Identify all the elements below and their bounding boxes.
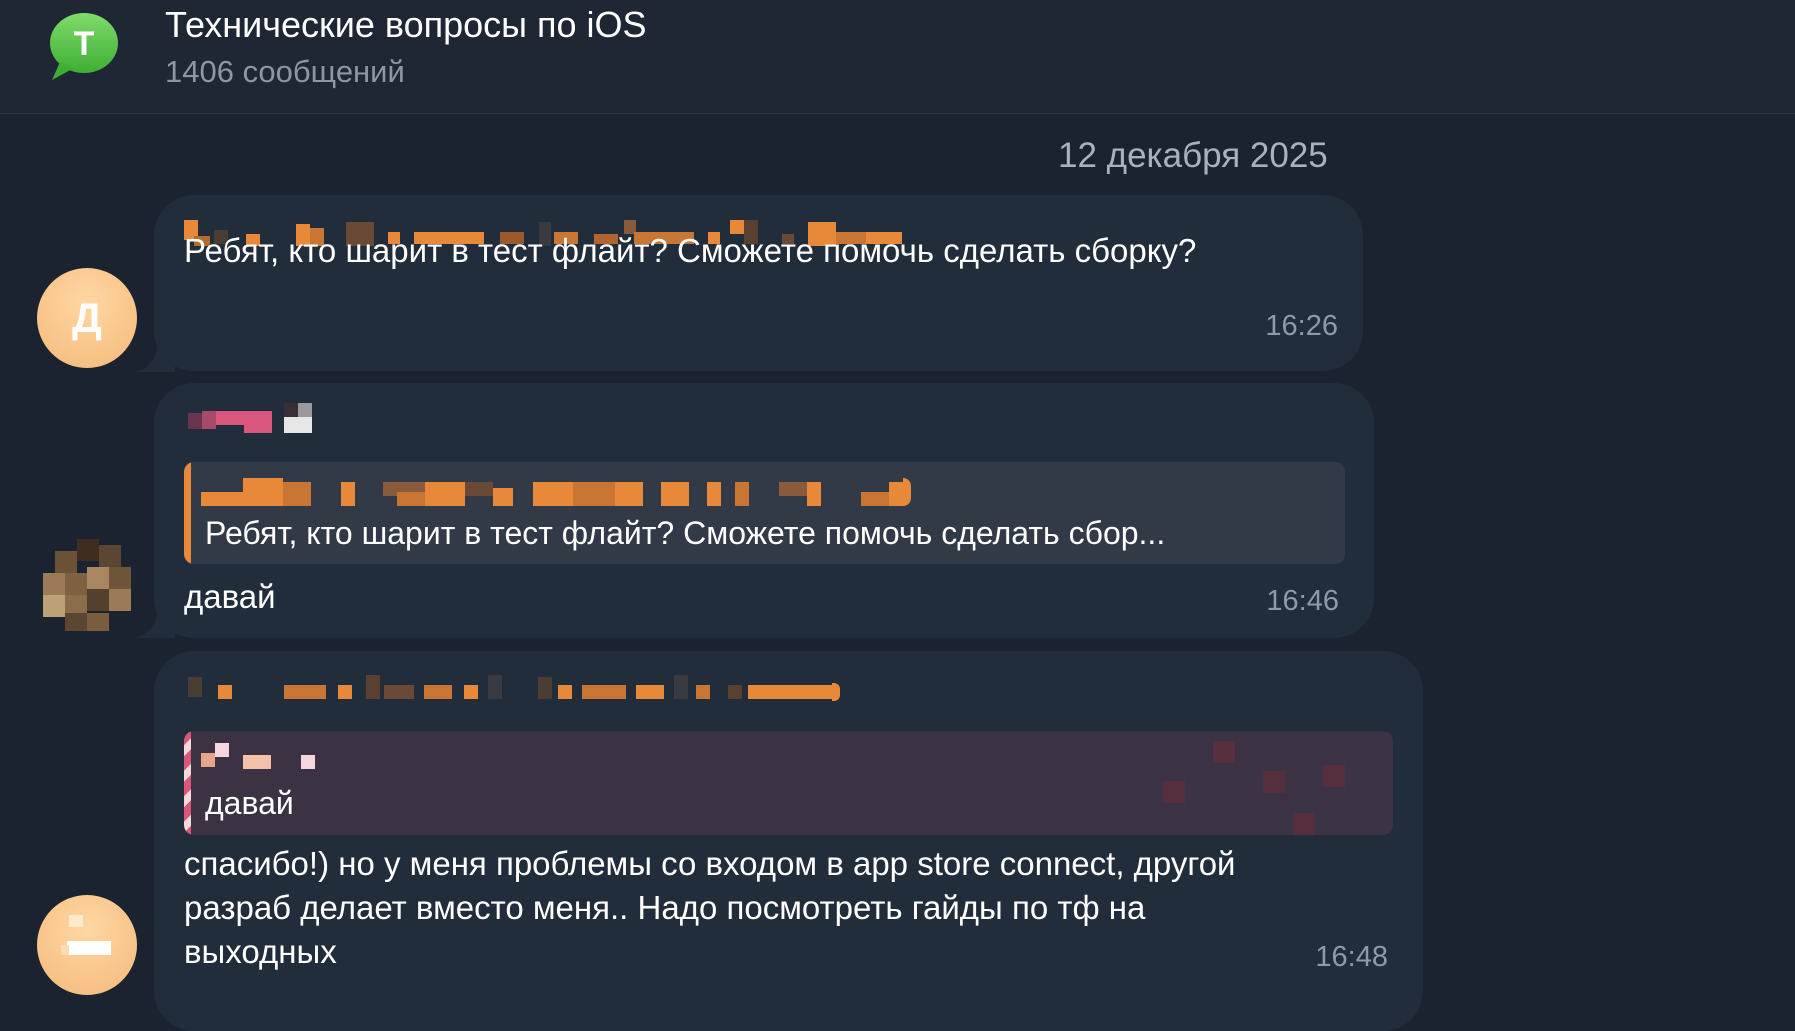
sender-name-blurred: [188, 673, 908, 703]
avatar[interactable]: [37, 895, 137, 995]
reply-text: давай: [205, 785, 294, 821]
reply-preview[interactable]: давай: [184, 731, 1393, 835]
reply-accent-bar: [184, 731, 191, 835]
chat-title: Технические вопросы по iOS: [165, 4, 647, 45]
reply-pattern: [1143, 731, 1383, 835]
message-text-line-1: спасибо!) но у меня проблемы со входом в…: [184, 845, 1236, 882]
message-time: 16:46: [1266, 585, 1339, 617]
reply-text: Ребят, кто шарит в тест флайт? Сможете п…: [205, 515, 1166, 551]
sender-name-blurred: [188, 403, 328, 433]
date-separator: 12 декабря 2025: [1058, 136, 1328, 175]
speech-bubble-icon: Т: [50, 13, 118, 80]
message-text-line-2: разраб делает вместо меня.. Надо посмотр…: [184, 889, 1146, 926]
message-text-line-3: выходных: [184, 933, 337, 970]
message-bubble[interactable]: Ребят, кто шарит в тест флайт? Сможете п…: [154, 383, 1374, 638]
avatar-blurred[interactable]: [37, 533, 135, 633]
avatar-letter: Д: [72, 294, 102, 341]
chat-avatar-icon[interactable]: Т: [46, 8, 120, 82]
message-text: давай: [184, 578, 276, 615]
reply-preview[interactable]: Ребят, кто шарит в тест флайт? Сможете п…: [184, 462, 1345, 564]
reply-sender-blurred: [201, 743, 321, 773]
message-count: 1406 сообщений: [165, 54, 405, 89]
reply-accent-bar: [184, 462, 191, 564]
avatar[interactable]: Д: [37, 268, 137, 368]
message-bubble[interactable]: давай спасибо!) но у меня проблемы со вх…: [154, 651, 1423, 1031]
reply-sender-blurred: [201, 478, 921, 508]
svg-text:Т: Т: [74, 25, 95, 63]
message-time: 16:26: [1265, 310, 1338, 342]
chat-header[interactable]: Т Технические вопросы по iOS 1406 сообще…: [0, 0, 1795, 114]
message-time: 16:48: [1315, 941, 1388, 973]
message-text: Ребят, кто шарит в тест флайт? Сможете п…: [184, 232, 1197, 269]
message-bubble[interactable]: Ребят, кто шарит в тест флайт? Сможете п…: [154, 195, 1363, 371]
